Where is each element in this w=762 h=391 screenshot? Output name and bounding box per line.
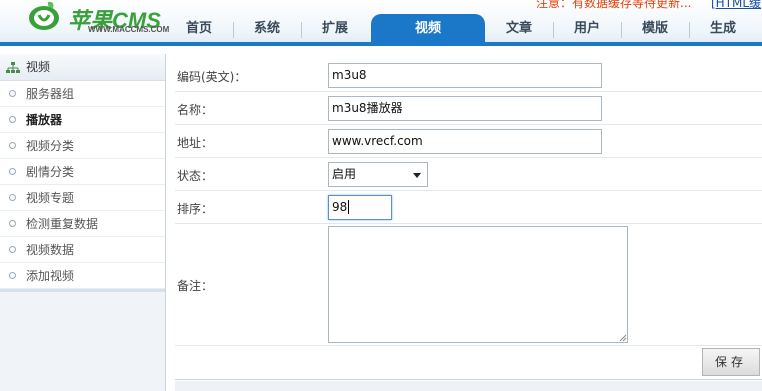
logo-url: WWW.MACCMS.COM [88,25,170,34]
sidebar-menu: 服务器组 播放器 视频分类 剧情分类 视频专题 检测重复数据 视频数据 添加视频 [0,81,165,289]
sidebar-item-video-category[interactable]: 视频分类 [0,133,165,159]
name-label: 名称： [177,103,214,117]
form-actions: 保存 [175,346,762,380]
sidebar-item-label: 检测重复数据 [26,217,99,231]
header-accent-line [0,42,762,46]
circle-bullet-icon [9,272,16,279]
sidebar-header: 视频 [0,54,165,81]
nav-home[interactable]: 首页 [167,16,231,42]
nav-video[interactable]: 视频 [371,14,485,42]
sidebar-item-video-topic[interactable]: 视频专题 [0,185,165,211]
nav-divider [621,22,622,38]
sidebar-item-label: 添加视频 [26,269,75,283]
sidebar-item-duplicate-check[interactable]: 检测重复数据 [0,211,165,237]
circle-bullet-icon [9,246,16,253]
sidebar-item-label: 视频分类 [26,139,75,153]
sidebar-item-plot-category[interactable]: 剧情分类 [0,159,165,185]
status-select[interactable]: 启用 [328,162,428,187]
form-row-name: 名称： m3u8播放器 [175,92,762,125]
nav-divider [301,22,302,38]
sidebar-item-player[interactable]: 播放器 [0,107,165,133]
sort-value: 98 [332,200,348,214]
remark-label: 备注： [177,279,214,293]
bottom-strip [175,381,762,391]
text-caret [348,200,350,214]
sidebar-item-add-video[interactable]: 添加视频 [0,263,165,289]
player-edit-form: 编码(英文)： m3u8 名称： m3u8播放器 地址： www.vrecf.c… [175,54,762,391]
remark-textarea[interactable] [328,226,628,343]
main-nav: 首页 系统 扩展 视频 文章 用户 模版 生成 [165,14,762,42]
nav-article[interactable]: 文章 [487,16,551,42]
sidebar-item-label: 视频数据 [26,243,75,257]
sidebar: 视频 服务器组 播放器 视频分类 剧情分类 视频专题 检测重复数据 视频数据 添… [0,54,166,391]
circle-bullet-icon [9,142,16,149]
cache-notice[interactable]: 注意：有数据缓存等待更新... [536,0,691,11]
status-selected-value: 启用 [332,167,357,181]
nav-extend[interactable]: 扩展 [303,16,367,42]
address-label: 地址： [177,136,214,150]
sort-input[interactable]: 98 [328,195,392,220]
address-input[interactable]: www.vrecf.com [328,129,602,154]
sidebar-bottom-border [0,289,165,292]
sort-label: 排序： [177,202,214,216]
save-button[interactable]: 保存 [702,348,760,376]
name-input[interactable]: m3u8播放器 [328,96,602,121]
form-row-code: 编码(英文)： m3u8 [175,59,762,92]
form-row-sort: 排序： 98 [175,191,762,224]
form-row-address: 地址： www.vrecf.com [175,125,762,158]
sidebar-item-label: 视频专题 [26,191,75,205]
sidebar-title: 视频 [26,60,51,74]
status-label: 状态： [177,169,214,183]
nav-generate[interactable]: 生成 [691,16,755,42]
apple-logo-icon [29,1,59,30]
sidebar-item-video-data[interactable]: 视频数据 [0,237,165,263]
code-input[interactable]: m3u8 [328,63,602,88]
circle-bullet-icon [9,168,16,175]
form-row-status: 状态： 启用 [175,158,762,191]
nav-user[interactable]: 用户 [555,16,619,42]
code-label: 编码(英文)： [177,70,247,84]
nav-divider [553,22,554,38]
tree-icon [6,62,20,73]
resize-grip-icon[interactable] [619,334,627,342]
sidebar-item-label: 剧情分类 [26,165,75,179]
nav-divider [233,22,234,38]
nav-template[interactable]: 模版 [623,16,687,42]
circle-bullet-icon [9,90,16,97]
sidebar-item-server-group[interactable]: 服务器组 [0,81,165,107]
circle-bullet-icon [9,194,16,201]
chevron-down-icon [413,173,421,178]
sidebar-item-label: 服务器组 [26,87,75,101]
nav-system[interactable]: 系统 [235,16,299,42]
circle-bullet-icon [9,220,16,227]
nav-divider [689,22,690,38]
html-cache-link[interactable]: [HTML缓 [711,0,761,11]
top-header: 苹果CMS WWW.MACCMS.COM 注意：有数据缓存等待更新... [HT… [0,0,762,46]
circle-bullet-icon [9,116,16,123]
sidebar-item-label: 播放器 [26,113,63,127]
